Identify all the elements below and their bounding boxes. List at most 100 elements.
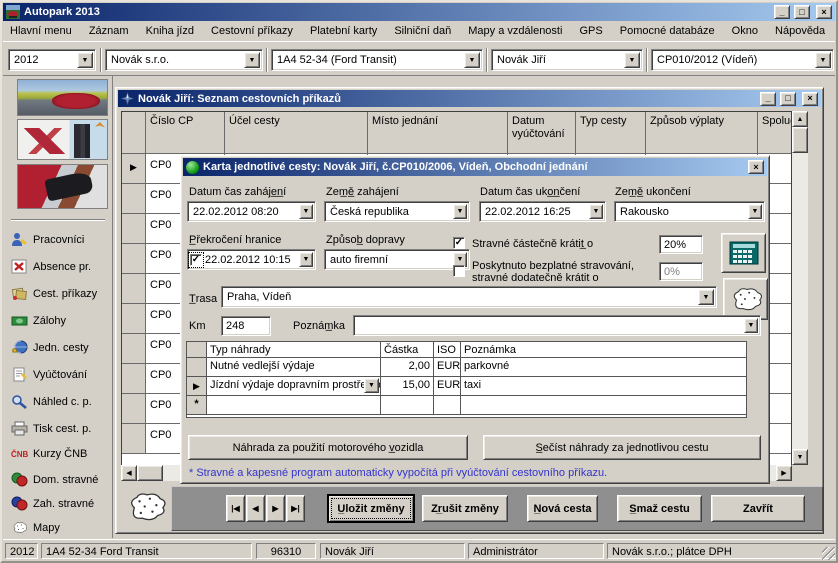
chevron-down-icon[interactable]: ▼ [624,52,640,68]
menu-napoveda[interactable]: Nápověda [768,22,832,40]
chevron-down-icon[interactable]: ▼ [464,52,480,68]
note-combobox[interactable]: ▼ [353,315,761,336]
resize-grip[interactable] [822,547,835,560]
menu-cestovni-prikazy[interactable]: Cestovní příkazy [204,22,300,40]
chevron-down-icon[interactable]: ▼ [815,52,831,68]
menu-kniha-jizd[interactable]: Kniha jízd [139,22,201,40]
vehicle-compensation-button[interactable]: Náhrada za použití motorového v̲ozidla [188,435,468,460]
comp-amount-cell[interactable]: 2,00 [381,358,434,377]
column-header[interactable]: Číslo CP [146,112,225,154]
chevron-down-icon[interactable]: ▼ [299,204,313,219]
scroll-right-icon[interactable]: ▶ [776,465,792,481]
menu-platebni-karty[interactable]: Platební karty [303,22,384,40]
sidebar-item-kurzy-cnb[interactable]: ČNB Kurzy ČNB [11,448,87,460]
chevron-down-icon[interactable]: ▼ [453,204,467,219]
nav-first-button[interactable]: |◀ [226,495,245,522]
chevron-down-icon[interactable]: ▼ [299,252,313,267]
cancel-changes-button[interactable]: Zr̲ušit změny [422,495,508,522]
minimize-icon[interactable]: _ [760,92,776,106]
scroll-up-icon[interactable]: ▲ [792,111,808,127]
menu-okno[interactable]: Okno [725,22,765,40]
chevron-down-icon[interactable]: ▼ [244,52,260,68]
sidebar-item-pracovnici[interactable]: Pracovníci [11,232,84,247]
column-header[interactable]: Typ cesty [576,112,646,154]
sidebar-item-cest-prikazy[interactable]: Cest. příkazy [11,286,97,301]
column-header[interactable]: Místo jednání [368,112,508,154]
sidebar-item-jedn-cesty[interactable]: Jedn. cesty [11,340,89,355]
end-country-combobox[interactable]: Rakousko ▼ [614,201,765,222]
maximize-icon[interactable]: □ [780,92,796,106]
close-icon[interactable]: × [816,5,832,19]
scroll-left-icon[interactable]: ◀ [121,465,137,481]
meal-reduce-percent-field[interactable]: 20% [659,235,703,254]
minimize-icon[interactable]: _ [774,5,790,19]
scrollbar-thumb[interactable] [137,465,163,481]
row-selector[interactable]: ▶ [187,377,207,396]
close-icon[interactable]: × [802,92,818,106]
border-cross-combobox[interactable]: ✓ 22.02.2012 10:15 ▼ [187,249,316,270]
column-header[interactable]: Účel cesty [225,112,368,154]
menu-pomocne-databaze[interactable]: Pomocné databáze [613,22,722,40]
comp-amount-cell[interactable]: 15,00 [381,377,434,396]
comp-row-selected[interactable]: ▶ Jízdní výdaje dopravním prostředkem ▼ … [187,377,746,396]
free-meals-checkbox[interactable] [453,265,465,277]
close-icon[interactable]: × [748,160,764,174]
sidebar-item-mapy[interactable]: Mapy [11,520,60,535]
scrollbar-thumb[interactable] [792,127,808,153]
driver-combobox[interactable]: Novák Jiří ▼ [491,49,643,71]
row-selector[interactable]: ▶ [122,154,146,184]
sidebar-item-tisk[interactable]: Tisk cest. p. [11,421,91,436]
close-dialog-button[interactable]: Zavřít [711,495,805,522]
free-meals-percent-field[interactable]: 0% [659,262,703,281]
maximize-icon[interactable]: □ [794,5,810,19]
end-datetime-combobox[interactable]: 22.02.2012 16:25 ▼ [479,201,606,222]
sidebar-item-zalohy[interactable]: Zálohy [11,313,66,328]
vertical-scrollbar[interactable]: ▲ ▼ [792,111,808,465]
comp-type-combobox[interactable]: Jízdní výdaje dopravním prostředkem ▼ [207,377,381,396]
chevron-down-icon[interactable]: ▼ [364,378,379,393]
km-field[interactable]: 248 [221,316,271,336]
vehicle-combobox[interactable]: 1A4 52-34 (Ford Transit) ▼ [271,49,483,71]
chevron-down-icon[interactable]: ▼ [698,289,714,305]
column-header[interactable]: Způsob výplaty [646,112,758,154]
meal-reduce-checkbox[interactable]: ✓ [453,237,465,249]
trip-combobox[interactable]: CP010/2012 (Vídeň) ▼ [651,49,834,71]
comp-iso-cell[interactable]: EUR [434,377,461,396]
company-combobox[interactable]: Novák s.r.o. ▼ [105,49,263,71]
comp-iso-cell[interactable]: EUR [434,358,461,377]
sidebar-item-dom-stravne[interactable]: Dom. stravné [11,472,98,487]
menu-hlavni-menu[interactable]: Hlavní menu [3,22,79,40]
calculator-button[interactable] [721,233,766,273]
year-combobox[interactable]: 2012 ▼ [8,49,96,71]
nav-previous-button[interactable]: ◀ [246,495,265,522]
comp-row[interactable]: Nutné vedlejší výdaje 2,00 EUR parkovné [187,358,746,377]
comp-new-row[interactable]: * [187,396,746,415]
column-header[interactable]: Datum vyúčtování [508,112,576,154]
nav-last-button[interactable]: ▶| [286,495,305,522]
route-combobox[interactable]: Praha, Vídeň ▼ [221,286,717,308]
comp-note-cell[interactable]: taxi [461,377,746,396]
menu-zaznam[interactable]: Záznam [82,22,136,40]
menu-silnicni-dan[interactable]: Silniční daň [387,22,458,40]
column-header[interactable]: Spoluc [758,112,791,154]
new-trip-button[interactable]: N̲ová cesta [527,495,598,522]
save-changes-button[interactable]: U̲ložit změny [327,494,415,523]
sidebar-item-vyuctovani[interactable]: Vyúčtování [11,367,87,382]
scroll-down-icon[interactable]: ▼ [792,449,808,465]
border-cross-checkbox[interactable]: ✓ [190,254,202,266]
sidebar-item-zah-stravne[interactable]: Zah. stravné [11,496,94,511]
start-datetime-combobox[interactable]: 22.02.2012 08:20 ▼ [187,201,316,222]
chevron-down-icon[interactable]: ▼ [77,52,93,68]
sum-trip-button[interactable]: S̲ečíst náhrady za jednotlivou cestu [483,435,761,460]
chevron-down-icon[interactable]: ▼ [589,204,603,219]
comp-type-cell[interactable]: Nutné vedlejší výdaje [207,358,381,377]
chevron-down-icon[interactable]: ▼ [748,204,762,219]
start-country-combobox[interactable]: Česká republika ▼ [324,201,470,222]
menu-gps[interactable]: GPS [573,22,610,40]
sidebar-item-absence[interactable]: Absence pr. [11,259,91,274]
delete-trip-button[interactable]: S̲maž cestu [617,495,702,522]
menu-mapy-a-vzdalenosti[interactable]: Mapy a vzdálenosti [461,22,569,40]
sidebar-item-nahled[interactable]: Náhled c. p. [11,394,92,409]
comp-note-cell[interactable]: parkovné [461,358,746,377]
nav-next-button[interactable]: ▶ [266,495,285,522]
